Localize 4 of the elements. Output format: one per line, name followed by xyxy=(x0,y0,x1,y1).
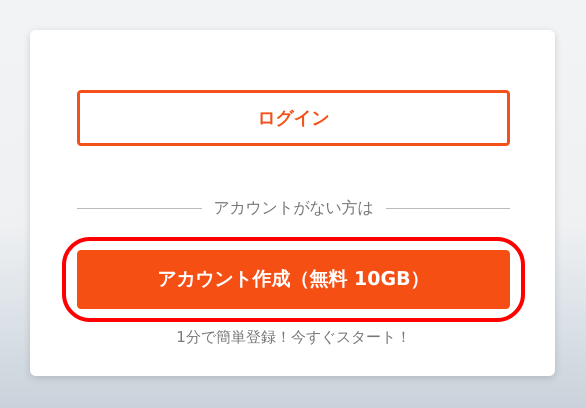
divider-label: アカウントがない方は xyxy=(214,197,374,219)
create-account-button[interactable]: アカウント作成（無料 10GB） xyxy=(77,250,510,309)
signup-note: 1分で簡単登録！今すぐスタート！ xyxy=(175,327,412,348)
login-button[interactable]: ログイン xyxy=(77,90,510,146)
